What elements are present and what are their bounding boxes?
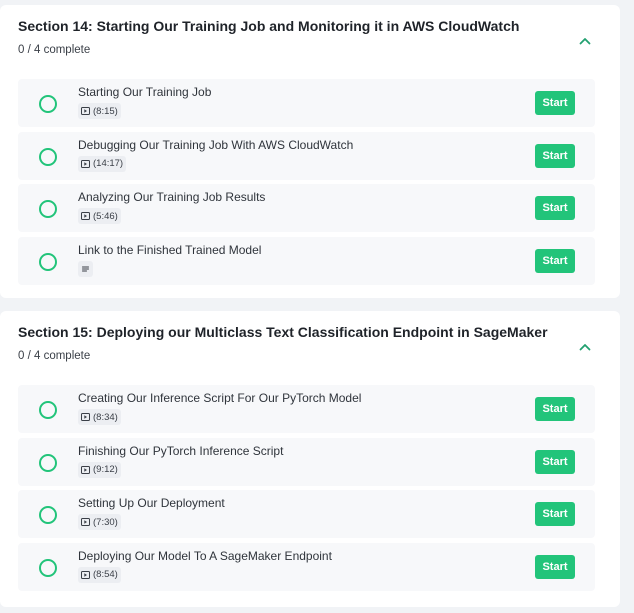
- chevron-up-icon[interactable]: [575, 31, 595, 51]
- incomplete-circle-icon[interactable]: [39, 453, 57, 472]
- lesson-item[interactable]: Creating Our Inference Script For Our Py…: [18, 385, 595, 433]
- lesson-item[interactable]: Starting Our Training Job (8:15) Start: [18, 79, 595, 127]
- section-title: Section 15: Deploying our Multiclass Tex…: [18, 324, 548, 340]
- video-icon: [81, 159, 90, 168]
- lesson-item[interactable]: Debugging Our Training Job With AWS Clou…: [18, 131, 595, 180]
- start-button[interactable]: Start: [535, 196, 575, 220]
- lesson-title[interactable]: Creating Our Inference Script For Our Py…: [78, 391, 361, 405]
- lesson-item[interactable]: Link to the Finished Trained Model Start: [18, 236, 595, 285]
- lesson-duration: (8:34): [93, 411, 118, 423]
- lesson-title[interactable]: Analyzing Our Training Job Results: [78, 190, 265, 204]
- lesson-meta: (5:46): [78, 208, 121, 224]
- lesson-title[interactable]: Setting Up Our Deployment: [78, 496, 225, 510]
- incomplete-circle-icon[interactable]: [39, 558, 57, 577]
- section-progress: 0 / 4 complete: [18, 350, 91, 362]
- lesson-duration: (7:30): [93, 516, 118, 528]
- lesson-item[interactable]: Setting Up Our Deployment (7:30) Start: [18, 490, 595, 538]
- lesson-item[interactable]: Analyzing Our Training Job Results (5:46…: [18, 184, 595, 232]
- incomplete-circle-icon[interactable]: [39, 252, 57, 271]
- lesson-list: Creating Our Inference Script For Our Py…: [18, 385, 595, 595]
- incomplete-circle-icon[interactable]: [39, 506, 57, 524]
- video-icon: [81, 107, 90, 115]
- lesson-meta: (8:34): [78, 409, 121, 425]
- lesson-duration: (14:17): [93, 158, 124, 169]
- start-button[interactable]: Start: [535, 91, 575, 115]
- lesson-duration: (9:12): [93, 464, 118, 475]
- lesson-duration: (8:54): [93, 569, 118, 580]
- lesson-meta: (8:15): [78, 103, 121, 119]
- lesson-title[interactable]: Debugging Our Training Job With AWS Clou…: [78, 138, 353, 152]
- lesson-meta: (9:12): [78, 461, 121, 478]
- start-button[interactable]: Start: [535, 554, 575, 579]
- incomplete-circle-icon[interactable]: [39, 200, 57, 218]
- incomplete-circle-icon[interactable]: [39, 95, 57, 113]
- incomplete-circle-icon[interactable]: [39, 401, 57, 419]
- incomplete-circle-icon[interactable]: [39, 147, 57, 166]
- section-progress: 0 / 4 complete: [18, 44, 91, 56]
- lesson-title[interactable]: Link to the Finished Trained Model: [78, 243, 261, 257]
- video-icon: [81, 212, 90, 220]
- lesson-meta: [78, 260, 93, 277]
- start-button[interactable]: Start: [535, 397, 575, 421]
- lesson-meta: (14:17): [78, 155, 127, 172]
- lesson-title[interactable]: Starting Our Training Job: [78, 85, 211, 99]
- start-button[interactable]: Start: [535, 502, 575, 526]
- chevron-up-icon[interactable]: [575, 337, 595, 357]
- lesson-title[interactable]: Finishing Our PyTorch Inference Script: [78, 444, 283, 458]
- lesson-title[interactable]: Deploying Our Model To A SageMaker Endpo…: [78, 549, 332, 563]
- video-icon: [81, 413, 90, 421]
- lesson-duration: (8:15): [93, 105, 118, 117]
- lesson-meta: (8:54): [78, 566, 121, 583]
- lesson-item[interactable]: Finishing Our PyTorch Inference Script (…: [18, 437, 595, 486]
- lesson-duration: (5:46): [93, 210, 118, 222]
- video-icon: [81, 518, 90, 526]
- lesson-meta: (7:30): [78, 514, 121, 530]
- start-button[interactable]: Start: [535, 248, 575, 273]
- course-section: Section 14: Starting Our Training Job an…: [0, 5, 620, 298]
- lesson-list: Starting Our Training Job (8:15) Start D…: [18, 79, 595, 289]
- course-section: Section 15: Deploying our Multiclass Tex…: [0, 311, 620, 607]
- document-icon: [81, 265, 90, 273]
- lesson-item[interactable]: Deploying Our Model To A SageMaker Endpo…: [18, 542, 595, 591]
- section-title: Section 14: Starting Our Training Job an…: [18, 18, 520, 34]
- start-button[interactable]: Start: [535, 143, 575, 168]
- video-icon: [81, 570, 90, 579]
- video-icon: [81, 465, 90, 474]
- start-button[interactable]: Start: [535, 449, 575, 474]
